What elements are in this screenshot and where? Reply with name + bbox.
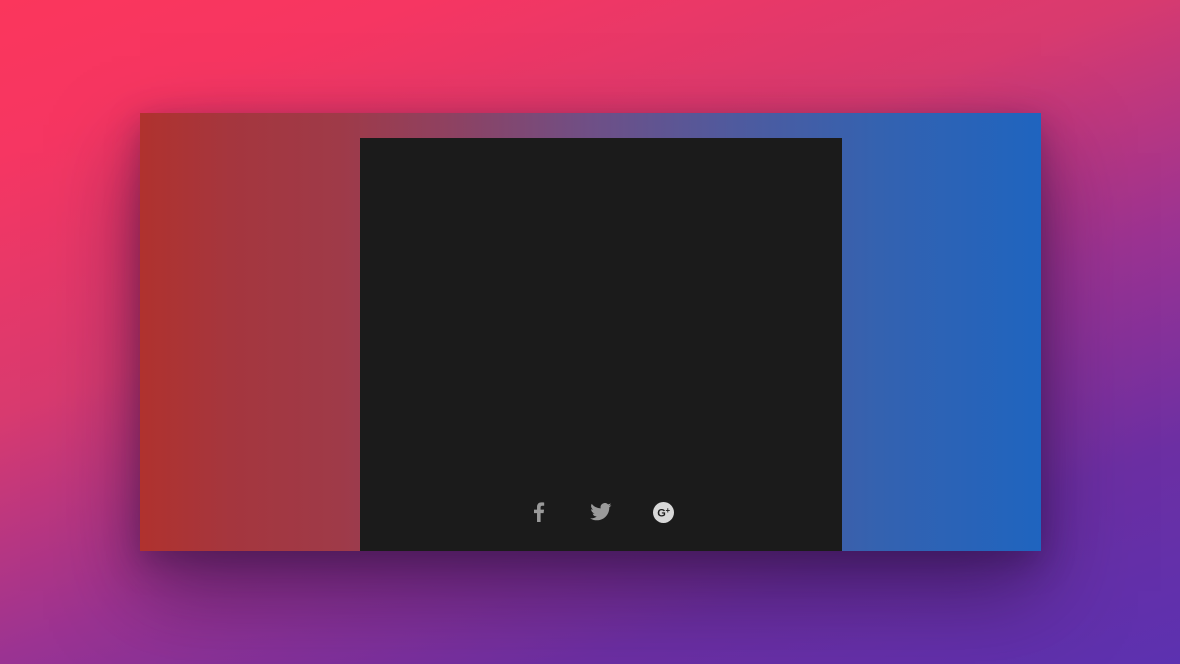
gradient-card: G +	[140, 113, 1041, 551]
twitter-link[interactable]	[588, 499, 614, 525]
svg-text:+: +	[665, 506, 670, 515]
twitter-icon	[590, 503, 612, 521]
social-links: G +	[360, 499, 842, 525]
google-plus-icon: G +	[652, 501, 674, 523]
facebook-link[interactable]	[526, 499, 552, 525]
content-panel: G +	[360, 138, 842, 551]
google-plus-link[interactable]: G +	[650, 499, 676, 525]
facebook-icon	[533, 502, 545, 522]
